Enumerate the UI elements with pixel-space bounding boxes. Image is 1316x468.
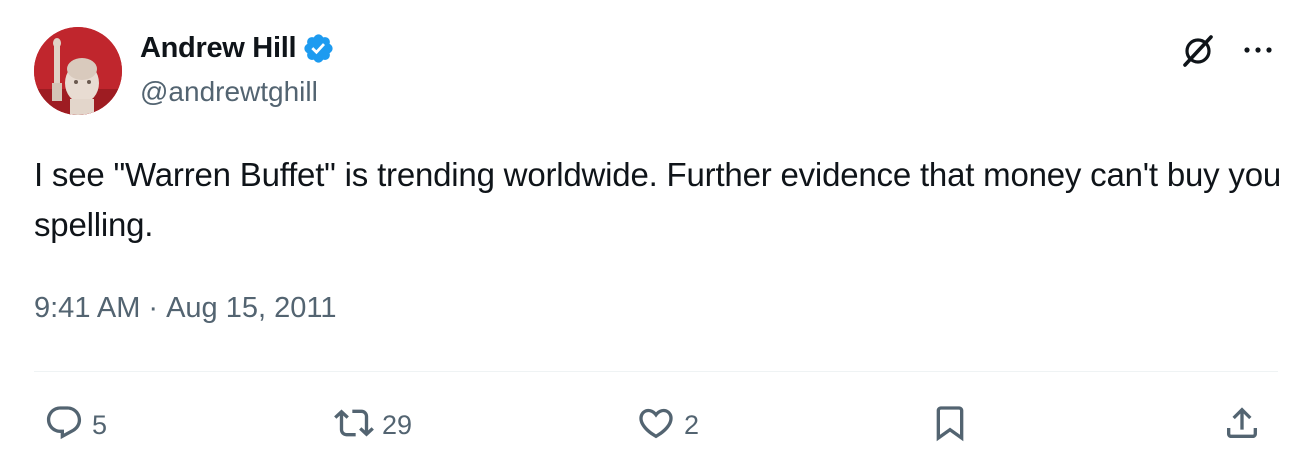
- reply-icon: [44, 403, 84, 448]
- like-count: 2: [684, 409, 700, 440]
- share-button[interactable]: [1222, 395, 1262, 455]
- author-name-row: Andrew Hill: [140, 28, 335, 68]
- retweet-count: 29: [382, 409, 413, 440]
- grok-icon[interactable]: [1178, 30, 1218, 70]
- tweet-text: I see "Warren Buffet" is trending worldw…: [34, 156, 1281, 243]
- bookmark-button[interactable]: [930, 395, 970, 455]
- action-bar: 5 29 2: [0, 395, 1316, 455]
- tweet-meta: 9:41 AM · Aug 15, 2011: [34, 292, 336, 325]
- like-button[interactable]: 2: [636, 395, 699, 455]
- share-icon: [1222, 403, 1262, 448]
- like-icon: [636, 403, 676, 448]
- author-handle[interactable]: @andrewtghill: [140, 76, 318, 108]
- tweet-date[interactable]: Aug 15, 2011: [166, 292, 336, 325]
- avatar[interactable]: [34, 27, 122, 115]
- retweet-icon: [334, 403, 374, 448]
- author-display-name[interactable]: Andrew Hill: [140, 32, 297, 65]
- divider: [34, 371, 1278, 372]
- bookmark-icon: [930, 403, 970, 448]
- reply-button[interactable]: 5: [44, 395, 107, 455]
- tweet-card: Andrew Hill @andrewtghill I see "Warren …: [0, 0, 1316, 468]
- tweet-time[interactable]: 9:41 AM: [34, 292, 140, 325]
- more-icon[interactable]: [1238, 30, 1278, 70]
- retweet-button[interactable]: 29: [334, 395, 412, 455]
- meta-separator: ·: [148, 292, 159, 324]
- verified-badge-icon[interactable]: [302, 32, 335, 65]
- reply-count: 5: [92, 409, 108, 440]
